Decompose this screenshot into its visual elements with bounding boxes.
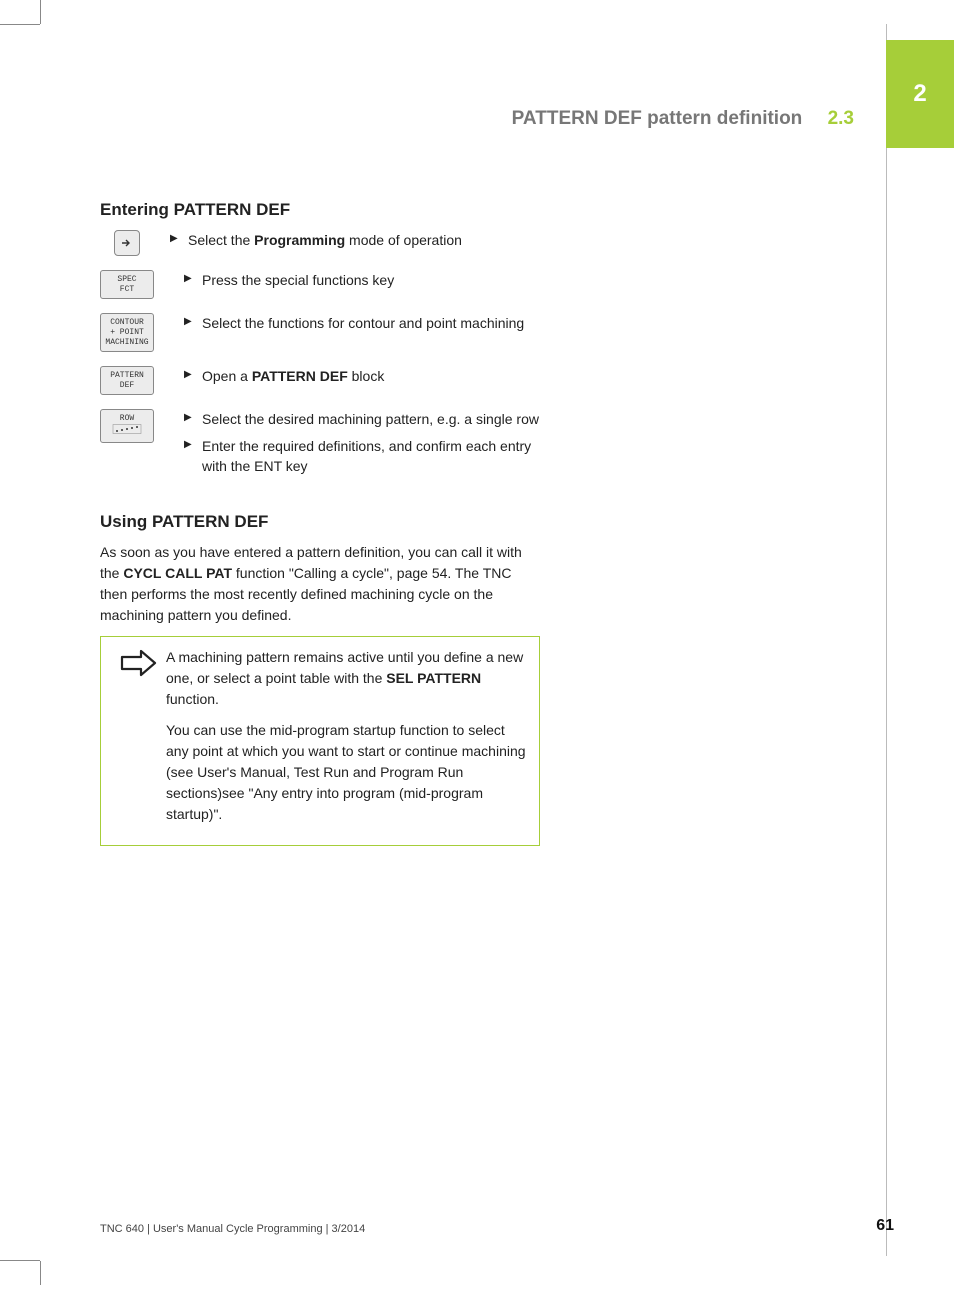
- text: Select the: [188, 232, 254, 248]
- body-para: As soon as you have entered a pattern de…: [100, 542, 540, 626]
- step-text: Select the desired machining pattern, e.…: [184, 409, 540, 429]
- spec-fct-key-icon: SPEC FCT: [100, 270, 154, 299]
- step-text: Open a PATTERN DEF block: [184, 366, 540, 386]
- page-number: 61: [876, 1217, 894, 1235]
- note-para: You can use the mid-program startup func…: [166, 720, 527, 825]
- step-text: Press the special functions key: [184, 270, 540, 290]
- note-para: A machining pattern remains active until…: [166, 647, 527, 710]
- heading-using: Using PATTERN DEF: [100, 512, 540, 532]
- text-bold: SEL PATTERN: [386, 670, 481, 686]
- step-text: Select the functions for contour and poi…: [184, 313, 540, 333]
- text-bold: CYCL CALL PAT: [123, 565, 232, 581]
- text: block: [348, 368, 385, 384]
- page-edge-line: [886, 24, 887, 1256]
- text: function.: [166, 691, 219, 707]
- text: mode of operation: [345, 232, 462, 248]
- footer-text: TNC 640 | User's Manual Cycle Programmin…: [100, 1223, 365, 1235]
- arrow-note-icon: [111, 647, 166, 835]
- chapter-tab: 2: [886, 40, 954, 148]
- note-box: A machining pattern remains active until…: [100, 636, 540, 846]
- key-label: ROW: [120, 414, 134, 424]
- programming-mode-key-icon: [114, 230, 140, 256]
- running-head-section: 2.3: [828, 108, 854, 129]
- row-key-icon: ROW: [100, 409, 154, 442]
- contour-point-key-icon: CONTOUR + POINT MACHINING: [100, 313, 154, 352]
- step-text: Enter the required definitions, and conf…: [184, 436, 540, 477]
- text-bold: Programming: [254, 232, 345, 248]
- running-head-title: PATTERN DEF pattern definition: [512, 108, 803, 129]
- text-bold: PATTERN DEF: [252, 368, 348, 384]
- heading-entering: Entering PATTERN DEF: [100, 200, 540, 220]
- crop-mark: [40, 0, 41, 24]
- running-head: PATTERN DEF pattern definition 2.3: [512, 108, 854, 130]
- pattern-def-key-icon: PATTERN DEF: [100, 366, 154, 395]
- crop-mark: [0, 1260, 40, 1261]
- step-text: Select the Programming mode of operation: [170, 230, 540, 250]
- crop-mark: [0, 24, 40, 25]
- row-dots-icon: [112, 424, 142, 438]
- text: Open a: [202, 368, 252, 384]
- crop-mark: [40, 1261, 41, 1285]
